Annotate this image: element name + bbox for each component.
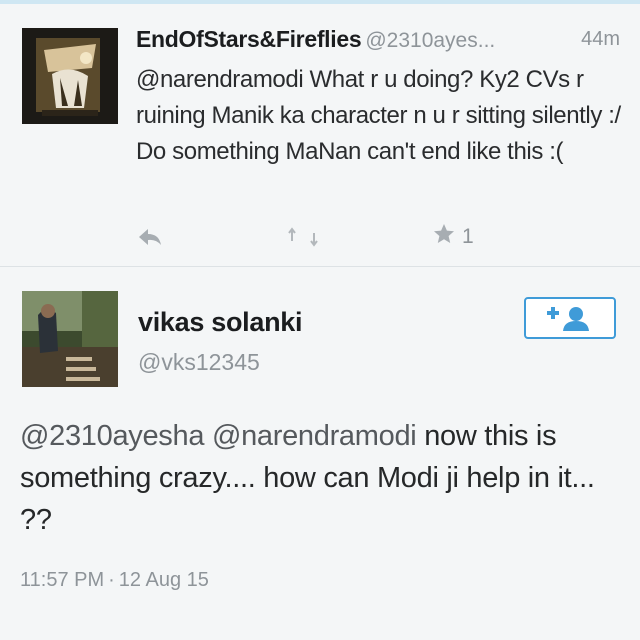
tweet-timestamp: 11:57 PM · 12 Aug 15 [20,569,209,592]
retweet-icon[interactable] [286,226,320,248]
timestamp-separator: · [108,569,115,591]
author-name[interactable]: vikas solanki [138,307,303,338]
tweet-detail-screen: EndOfStars&Fireflies @2310ayes... 44m @na… [0,0,640,640]
author-handle[interactable]: @vks12345 [138,349,260,376]
tweet-time: 11:57 PM [20,569,105,591]
tweet-actions: 1 [136,222,496,256]
tweet-date: 12 Aug 15 [118,569,209,591]
follow-button[interactable] [524,297,616,339]
author-handle[interactable]: @2310ayes... [365,29,495,52]
reply-icon[interactable] [136,226,164,248]
add-user-icon [547,307,589,331]
favorite-button[interactable]: 1 [432,222,474,252]
parent-tweet[interactable]: EndOfStars&Fireflies @2310ayes... 44m @na… [0,4,640,267]
mention-link[interactable]: @narendramodi [212,420,417,452]
tweet-text: @2310ayesha @narendramodi now this is so… [20,415,620,541]
favorite-count: 1 [462,225,474,248]
avatar-image [22,28,118,124]
author-name[interactable]: EndOfStars&Fireflies [136,26,362,52]
main-tweet: vikas solanki @vks12345 @2310ayesha @nar… [0,267,640,640]
star-icon [434,224,454,243]
avatar-image [22,291,118,387]
tweet-time: 44m [581,28,620,50]
tweet-text: @narendramodi What r u doing? Ky2 CVs r … [136,66,621,165]
avatar[interactable] [22,28,118,124]
mention-link[interactable]: @2310ayesha [20,420,204,452]
avatar[interactable] [22,291,118,387]
tweet-header: EndOfStars&Fireflies @2310ayes... 44m [136,26,626,62]
